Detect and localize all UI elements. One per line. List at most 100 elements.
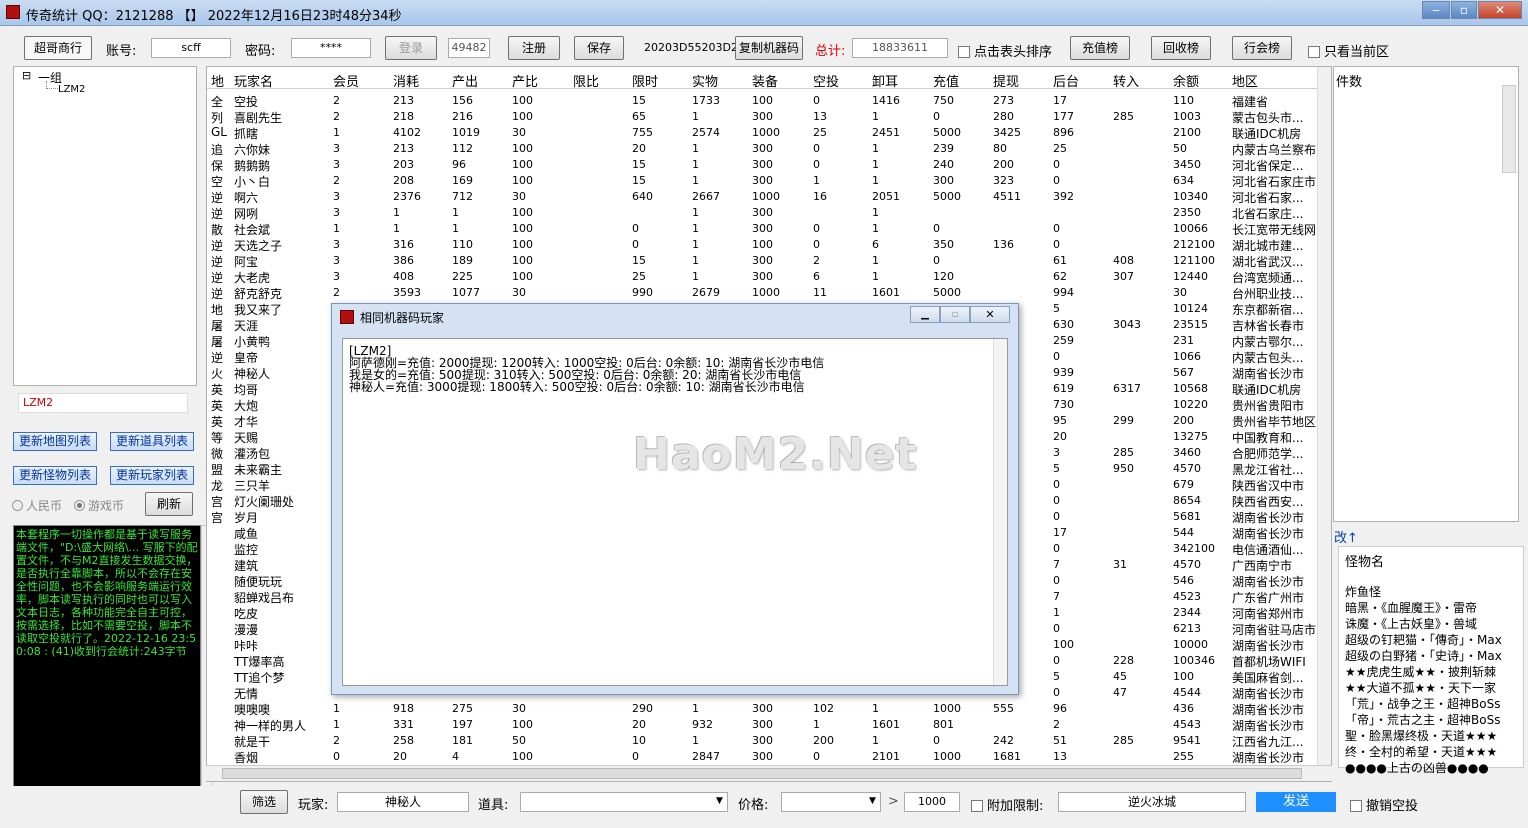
monster-item[interactable]: 超级の白野猪・「史诗」・Max	[1345, 647, 1502, 664]
mode-tab[interactable]: 超哥商行	[24, 36, 92, 60]
col-header-limit-time[interactable]: 限时	[632, 71, 658, 90]
extra-limit-checkbox-box[interactable]	[971, 800, 983, 812]
table-row[interactable]: 列喜剧先生 2 218 216 100 65 1 300 13 1 0 280 177 285 1003 蒙古…	[207, 109, 1319, 125]
item-select[interactable]	[520, 792, 728, 812]
col-header-cost[interactable]: 消耗	[393, 71, 419, 90]
port-input[interactable]: 49482	[448, 38, 490, 58]
monster-item[interactable]: 聖・脸黑爆终极・天道★★★	[1345, 727, 1497, 744]
sort-checkbox[interactable]: 点击表头排序	[958, 41, 1052, 60]
current-zone-checkbox-box[interactable]	[1308, 46, 1320, 58]
monster-item[interactable]: ★★虎虎生威★★・披荆斩棘	[1345, 663, 1496, 680]
table-row[interactable]: 逆网咧 3 1 1 100 1 300 1 2350 北省石家庄...	[207, 205, 1319, 221]
rmb-radio[interactable]: 人民币	[12, 497, 62, 514]
maximize-button[interactable]: ▫	[1451, 1, 1477, 19]
table-row[interactable]: 神一样的男人 1 331 197 100 20 932 300 1 1601 801 2 4543 湖南省…	[207, 717, 1319, 733]
dialog-text-area[interactable]: [LZM2] 阿萨德刚=充值: 2000提现: 1200转入: 1000空投: …	[342, 338, 1008, 686]
extra-limit-checkbox[interactable]: 附加限制:	[971, 795, 1043, 814]
table-row[interactable]: 逆啊六 3 2376 712 30 640 2667 1000 16 2051 5000 4511 39…	[207, 189, 1319, 205]
col-header-airdrop[interactable]: 空投	[813, 71, 839, 90]
table-row[interactable]: 逆大老虎 3 408 225 100 25 1 300 6 1 120 62 307 12440 台湾宽频通…	[207, 269, 1319, 285]
copy-machine-code-button[interactable]: 复制机器码	[735, 36, 803, 60]
monster-item[interactable]: 「帝」・荒古之主・超神BoSs	[1345, 711, 1500, 728]
player-input[interactable]: 神秘人	[337, 792, 469, 812]
table-row[interactable]: 保鹅鹅鹅 3 203 96 100 15 1 300 0 1 240 200 0 3450 河北省保定...	[207, 157, 1319, 173]
game-coin-radio[interactable]: 游戏币	[74, 497, 124, 514]
col-header-equip[interactable]: 装备	[752, 71, 778, 90]
game-coin-radio-dot[interactable]	[74, 500, 85, 511]
current-zone-checkbox[interactable]: 只看当前区	[1308, 41, 1389, 60]
monster-item[interactable]: 炸鱼怪	[1345, 583, 1381, 600]
update-monster-button[interactable]: 更新怪物列表	[13, 466, 97, 485]
table-row[interactable]: 噢噢噢 1 918 275 30 290 1 300 102 1 1000 555 96 436 湖南省长沙…	[207, 701, 1319, 717]
table-row[interactable]: 逆天选之子 3 316 110 100 0 1 100 0 6 350 136 0 212100 湖北城市建…	[207, 237, 1319, 253]
selected-server-field[interactable]: LZM2	[18, 393, 188, 413]
extra-limit-input[interactable]: 逆火冰城	[1058, 792, 1246, 812]
col-header-withdraw[interactable]: 提现	[993, 71, 1019, 90]
hscroll-thumb[interactable]	[222, 768, 1302, 779]
dialog-scrollbar[interactable]	[993, 339, 1007, 685]
price-amount-input[interactable]: 1000	[904, 792, 960, 812]
table-row[interactable]: 香烟 0 20 4 100 0 2847 300 0 2101 1000 1681 13 255 湖南省长沙…	[207, 749, 1319, 765]
save-button[interactable]: 保存	[574, 36, 624, 60]
tree-item-lzm2[interactable]: LZM2	[58, 84, 85, 95]
col-header-limit-ratio[interactable]: 限比	[573, 71, 599, 90]
col-header-backend[interactable]: 后台	[1053, 71, 1079, 90]
refresh-button[interactable]: 刷新	[145, 492, 193, 516]
col-header-recharge[interactable]: 充值	[933, 71, 959, 90]
cancel-airdrop-checkbox[interactable]: 撤销空投	[1350, 795, 1418, 814]
right-panel-scrollbar[interactable]	[1502, 85, 1516, 173]
col-header-ratio[interactable]: 产比	[512, 71, 538, 90]
sort-checkbox-box[interactable]	[958, 46, 970, 58]
col-header-member[interactable]: 会员	[333, 71, 359, 90]
dialog-close-button[interactable]: ✕	[970, 306, 1010, 323]
update-item-button[interactable]: 更新道具列表	[110, 432, 194, 451]
monster-item[interactable]: ★★大道不孤★★・天下一家	[1345, 679, 1496, 696]
col-header-region[interactable]: 地区	[1232, 71, 1258, 90]
table-vscrollbar[interactable]	[1317, 67, 1331, 767]
table-row[interactable]: GL 抓瞎 1 4102 1019 30 755 2574 1000 25 2451 5000 3425…	[207, 125, 1319, 141]
table-hscrollbar[interactable]	[206, 765, 1332, 781]
monster-item[interactable]: 暗黑・《血腥魔王》・雷帝	[1345, 599, 1477, 616]
recharge-rank-button[interactable]: 充值榜	[1070, 36, 1130, 60]
update-player-button[interactable]: 更新玩家列表	[110, 466, 194, 485]
rmb-radio-dot[interactable]	[12, 500, 23, 511]
monster-item[interactable]: 超级の钉耙猫・「傳奇」・Max	[1345, 631, 1502, 648]
table-row[interactable]: 全空投 2 213 156 100 15 1733 100 0 1416 750 273 17 110 福建…	[207, 93, 1319, 109]
minimize-button[interactable]: ‒	[1422, 1, 1450, 19]
monster-item[interactable]: 终・全村的希望・天道★★★	[1345, 743, 1497, 760]
password-input[interactable]: ****	[291, 38, 371, 58]
table-row[interactable]: 逆阿宝 3 386 189 100 15 1 300 2 1 0 61 408 121100 湖北省武汉..…	[207, 253, 1319, 269]
price-select[interactable]	[781, 792, 881, 812]
send-button[interactable]: 发送	[1256, 792, 1336, 812]
recycle-rank-button[interactable]: 回收榜	[1151, 36, 1211, 60]
item-dropdown-icon[interactable]: ▼	[716, 796, 723, 806]
cancel-airdrop-checkbox-box[interactable]	[1350, 800, 1362, 812]
col-header-name[interactable]: 玩家名	[234, 71, 273, 90]
account-input[interactable]: scff	[151, 38, 231, 58]
col-header-output[interactable]: 产出	[452, 71, 478, 90]
table-row[interactable]: 逆舒克舒克 2 3593 1077 30 990 2679 1000 11 1601 5000 994…	[207, 285, 1319, 301]
dialog-minimize-button[interactable]: ▁	[910, 306, 940, 323]
col-header-balance[interactable]: 余额	[1173, 71, 1199, 90]
col-header-physical[interactable]: 实物	[692, 71, 718, 90]
guild-rank-button[interactable]: 行会榜	[1232, 36, 1292, 60]
tree-toggle-icon[interactable]: ⊟	[22, 69, 31, 82]
filter-button[interactable]: 筛选	[240, 790, 288, 814]
table-row[interactable]: 散社会斌 1 1 1 100 0 1 300 0 1 0 0 10066 长江宽带无线网	[207, 221, 1319, 237]
update-map-button[interactable]: 更新地图列表	[13, 432, 97, 451]
col-header-map[interactable]: 地	[211, 71, 224, 90]
dialog-maximize-button[interactable]: ▫	[940, 306, 970, 323]
monster-item[interactable]: ●●●●上古の凶兽●●●●	[1345, 759, 1489, 776]
table-row[interactable]: 就是干 2 258 181 50 10 1 300 200 1 0 242 51 285 9541 江西省九江…	[207, 733, 1319, 749]
monster-item[interactable]: 「荒」・战争之王・超神BoSs	[1345, 695, 1500, 712]
table-row[interactable]: 追六你妹 3 213 112 100 20 1 300 0 1 239 80 25 50 内蒙古乌兰察布	[207, 141, 1319, 157]
close-button[interactable]: ✕	[1478, 1, 1522, 19]
col-header-unload[interactable]: 卸耳	[872, 71, 898, 90]
table-row[interactable]: 空小丶白 2 208 169 100 15 1 300 1 1 300 323 0 634 河北省石家庄市	[207, 173, 1319, 189]
col-header-transfer[interactable]: 转入	[1113, 71, 1139, 90]
register-button[interactable]: 注册	[508, 36, 560, 60]
edit-link[interactable]: 改↑	[1334, 527, 1358, 546]
login-button[interactable]: 登录	[385, 36, 437, 60]
price-dropdown-icon[interactable]: ▼	[869, 796, 876, 806]
monster-item[interactable]: 诛魔・《上古妖皇》・兽域	[1345, 615, 1477, 632]
